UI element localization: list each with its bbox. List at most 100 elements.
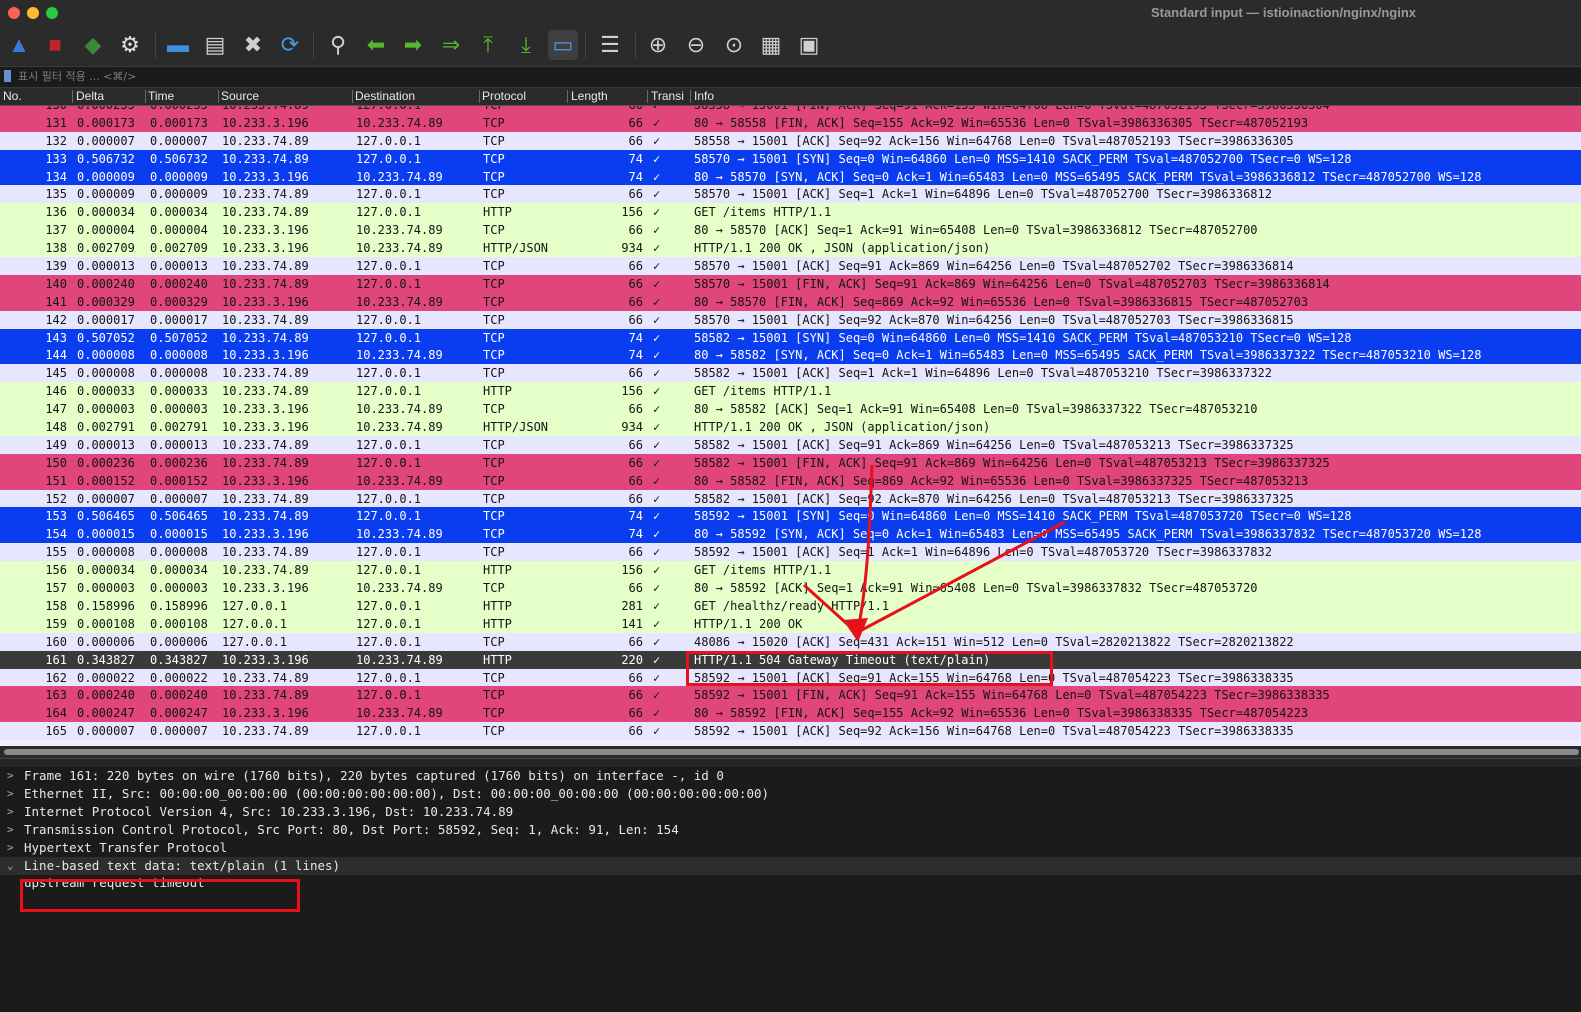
- packet-row[interactable]: 144 0.000008 0.000008 10.233.3.196 10.233.74…: [0, 346, 1581, 365]
- column-header-transi[interactable]: Transi: [651, 89, 691, 103]
- column-header-length[interactable]: Length: [571, 89, 646, 103]
- packet-row[interactable]: 140 0.000240 0.000240 10.233.74.89 127.0.0.1…: [0, 274, 1581, 293]
- close-file-icon[interactable]: ✖: [238, 30, 268, 60]
- stop-capture-icon[interactable]: ■: [40, 30, 70, 60]
- packet-row[interactable]: 141 0.000329 0.000329 10.233.3.196 10.233.74…: [0, 292, 1581, 311]
- detail-tree-item[interactable]: > Internet Protocol Version 4, Src: 10.23…: [0, 803, 1581, 821]
- packet-list[interactable]: 130 0.000235 0.000235 10.233.74.89 127.0.0.1…: [0, 106, 1581, 746]
- packet-row[interactable]: 156 0.000034 0.000034 10.233.74.89 127.0.0.1…: [0, 561, 1581, 580]
- packet-row[interactable]: 165 0.000007 0.000007 10.233.74.89 127.0.0.1…: [0, 722, 1581, 741]
- packet-delta-cell: 0.000013: [77, 259, 135, 274]
- go-back-icon[interactable]: ⬅: [361, 30, 391, 60]
- start-capture-icon[interactable]: ▲: [4, 30, 34, 60]
- packet-row[interactable]: 139 0.000013 0.000013 10.233.74.89 127.0.0.1…: [0, 257, 1581, 275]
- zoom-window-button[interactable]: [46, 7, 58, 19]
- expand-chevron-icon[interactable]: >: [7, 821, 14, 839]
- packet-row[interactable]: 138 0.002709 0.002709 10.233.3.196 10.233.74…: [0, 239, 1581, 258]
- resize-columns-icon[interactable]: ▦: [756, 30, 786, 60]
- column-header-protocol[interactable]: Protocol: [482, 89, 567, 103]
- packet-row[interactable]: 136 0.000034 0.000034 10.233.74.89 127.0.0.1…: [0, 203, 1581, 222]
- column-header-delta[interactable]: Delta: [76, 89, 146, 103]
- packet-row[interactable]: 137 0.000004 0.000004 10.233.3.196 10.233.74…: [0, 221, 1581, 240]
- detail-tree-item[interactable]: > Ethernet II, Src: 00:00:00_00:00:00 (00…: [0, 785, 1581, 803]
- auto-scroll-icon[interactable]: ▭: [548, 30, 578, 60]
- reload-file-icon[interactable]: ⟳: [275, 30, 305, 60]
- packet-row[interactable]: 143 0.507052 0.507052 10.233.74.89 127.0.0.1…: [0, 328, 1581, 347]
- go-last-packet-icon[interactable]: ⤓: [511, 30, 541, 60]
- column-divider[interactable]: [145, 90, 146, 103]
- packet-row[interactable]: 149 0.000013 0.000013 10.233.74.89 127.0.0.1…: [0, 435, 1581, 454]
- packet-row[interactable]: 160 0.000006 0.000006 127.0.0.1 127.0.0.1 TCP…: [0, 632, 1581, 651]
- packet-row[interactable]: 147 0.000003 0.000003 10.233.3.196 10.233.74…: [0, 400, 1581, 419]
- detail-tree-item[interactable]: ⌄ Line-based text data: text/plain (1 lin…: [0, 856, 1581, 875]
- packet-row[interactable]: 152 0.000007 0.000007 10.233.74.89 127.0.0.1…: [0, 489, 1581, 508]
- packet-row[interactable]: 157 0.000003 0.000003 10.233.3.196 10.233.74…: [0, 579, 1581, 597]
- packet-row[interactable]: 135 0.000009 0.000009 10.233.74.89 127.0.0.1…: [0, 185, 1581, 204]
- detail-text: Transmission Control Protocol, Src Port:…: [24, 821, 679, 837]
- column-header-info[interactable]: Info: [694, 89, 1574, 103]
- packet-row[interactable]: 146 0.000033 0.000033 10.233.74.89 127.0.0.1…: [0, 382, 1581, 401]
- column-divider[interactable]: [567, 90, 568, 103]
- packet-tr-cell: ✓: [653, 187, 661, 202]
- packet-row[interactable]: 164 0.000247 0.000247 10.233.3.196 10.233.74…: [0, 704, 1581, 723]
- packet-row[interactable]: 131 0.000173 0.000173 10.233.3.196 10.233.74…: [0, 113, 1581, 132]
- column-divider[interactable]: [72, 90, 73, 103]
- capture-options-icon[interactable]: ⚙: [115, 30, 145, 60]
- column-header-destination[interactable]: Destination: [355, 89, 480, 103]
- column-header-no[interactable]: No.: [3, 89, 73, 103]
- column-header-time[interactable]: Time: [148, 89, 218, 103]
- zoom-in-icon[interactable]: ⊕: [643, 30, 673, 60]
- packet-row[interactable]: 142 0.000017 0.000017 10.233.74.89 127.0.0.1…: [0, 310, 1581, 329]
- minimize-window-button[interactable]: [27, 7, 39, 19]
- column-header-source[interactable]: Source: [221, 89, 351, 103]
- collapse-chevron-icon[interactable]: ⌄: [7, 857, 14, 875]
- packet-len-cell: 934: [621, 420, 643, 435]
- zoom-out-icon[interactable]: ⊖: [681, 30, 711, 60]
- normal-size-icon[interactable]: ⊙: [719, 30, 749, 60]
- column-divider[interactable]: [218, 90, 219, 103]
- packet-proto-cell: TCP: [483, 509, 505, 524]
- packet-row[interactable]: 153 0.506465 0.506465 10.233.74.89 127.0.0.1…: [0, 507, 1581, 526]
- packet-row[interactable]: 154 0.000015 0.000015 10.233.3.196 10.233.74…: [0, 525, 1581, 544]
- layout-icon[interactable]: ▣: [794, 30, 824, 60]
- packet-row[interactable]: 158 0.158996 0.158996 127.0.0.1 127.0.0.1 HTT…: [0, 596, 1581, 615]
- open-file-icon[interactable]: ▬: [163, 30, 193, 60]
- display-filter-input[interactable]: [18, 68, 1558, 85]
- close-window-button[interactable]: [8, 7, 20, 19]
- expand-chevron-icon[interactable]: >: [7, 839, 14, 857]
- detail-tree-item[interactable]: > Hypertext Transfer Protocol: [0, 839, 1581, 857]
- expand-chevron-icon[interactable]: >: [7, 767, 14, 785]
- packet-delta-cell: 0.000013: [77, 437, 135, 452]
- packet-row[interactable]: 151 0.000152 0.000152 10.233.3.196 10.233.74…: [0, 471, 1581, 490]
- column-divider[interactable]: [479, 90, 480, 103]
- column-divider[interactable]: [352, 90, 353, 103]
- go-to-packet-icon[interactable]: ⇒: [436, 30, 466, 60]
- packet-row[interactable]: 130 0.000235 0.000235 10.233.74.89 127.0.0.1…: [0, 106, 1581, 114]
- column-divider[interactable]: [647, 90, 648, 103]
- go-first-packet-icon[interactable]: ⤒: [473, 30, 503, 60]
- bookmark-icon[interactable]: [4, 70, 11, 82]
- packet-row[interactable]: 132 0.000007 0.000007 10.233.74.89 127.0.0.1…: [0, 131, 1581, 150]
- packet-time-cell: 0.000013: [150, 437, 208, 452]
- packet-row[interactable]: 134 0.000009 0.000009 10.233.3.196 10.233.74…: [0, 167, 1581, 186]
- restart-capture-icon[interactable]: ◆: [78, 30, 108, 60]
- packet-row[interactable]: 133 0.506732 0.506732 10.233.74.89 127.0.0.1…: [0, 149, 1581, 168]
- packet-row[interactable]: 145 0.000008 0.000008 10.233.74.89 127.0.0.1…: [0, 364, 1581, 383]
- expand-chevron-icon[interactable]: >: [7, 785, 14, 803]
- scrollbar-thumb[interactable]: [4, 749, 1579, 755]
- go-forward-icon[interactable]: ➡: [398, 30, 428, 60]
- column-divider[interactable]: [690, 90, 691, 103]
- colorize-icon[interactable]: ☰: [595, 30, 625, 60]
- packet-proto-cell: TCP: [483, 455, 505, 470]
- packet-list-scrollbar[interactable]: [0, 746, 1581, 758]
- packet-row[interactable]: 150 0.000236 0.000236 10.233.74.89 127.0.0.1…: [0, 453, 1581, 472]
- packet-row[interactable]: 148 0.002791 0.002791 10.233.3.196 10.233.74…: [0, 418, 1581, 436]
- packet-row[interactable]: 159 0.000108 0.000108 127.0.0.1 127.0.0.1 HTT…: [0, 614, 1581, 633]
- expand-chevron-icon[interactable]: >: [7, 803, 14, 821]
- find-packet-icon[interactable]: ⚲: [323, 30, 353, 60]
- detail-tree-item[interactable]: > Frame 161: 220 bytes on wire (1760 bits…: [0, 767, 1581, 785]
- save-file-icon[interactable]: ▤: [200, 30, 230, 60]
- packet-row[interactable]: 163 0.000240 0.000240 10.233.74.89 127.0.0.1…: [0, 686, 1581, 705]
- packet-row[interactable]: 155 0.000008 0.000008 10.233.74.89 127.0.0.1…: [0, 543, 1581, 562]
- detail-tree-item[interactable]: > Transmission Control Protocol, Src Port…: [0, 821, 1581, 839]
